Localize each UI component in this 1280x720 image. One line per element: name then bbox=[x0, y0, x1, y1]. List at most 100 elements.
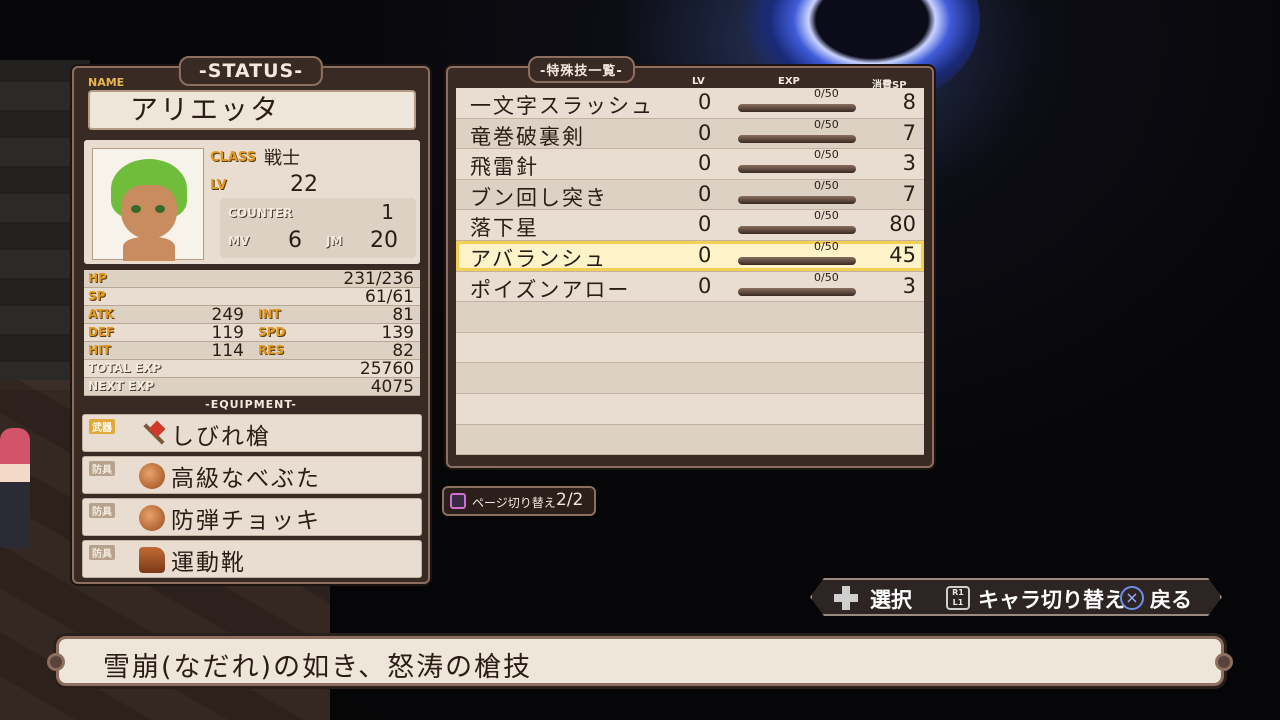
skill-exp: 0/50 bbox=[814, 148, 839, 162]
skill-name: ポイズンアロー bbox=[470, 277, 631, 302]
total-exp-value: 25760 bbox=[359, 359, 414, 379]
class-value: 戦士 bbox=[264, 148, 300, 169]
equipment-name: しびれ槍 bbox=[171, 424, 271, 450]
background-character bbox=[0, 428, 30, 548]
jm-label: JM bbox=[326, 234, 343, 248]
skill-row[interactable]: 飛雷針 0 0/50 3 bbox=[456, 148, 924, 180]
skill-row[interactable]: ブン回し突き 0 0/50 7 bbox=[456, 178, 924, 211]
character-name: アリエッタ bbox=[88, 90, 416, 130]
lv-label: LV bbox=[210, 178, 227, 193]
shoes-icon bbox=[139, 547, 165, 573]
hint-select[interactable]: 選択 bbox=[870, 584, 912, 614]
int-label: INT bbox=[258, 307, 281, 321]
character-info: CLASS 戦士 LV 22 COUNTER 1 MV 6 JM 20 bbox=[84, 140, 420, 264]
empty-skill-slot bbox=[456, 363, 924, 394]
l1-label: L1 bbox=[952, 598, 964, 607]
next-exp-value: 4075 bbox=[370, 377, 414, 397]
counter-value: 1 bbox=[381, 200, 394, 224]
hp-label: HP bbox=[88, 271, 107, 285]
skill-sp: 80 bbox=[889, 212, 916, 237]
skill-exp: 0/50 bbox=[814, 178, 839, 192]
skill-sp: 45 bbox=[889, 242, 916, 267]
equipment-slot-armor-2[interactable]: 防具 防弾チョッキ bbox=[82, 498, 422, 536]
spear-icon bbox=[139, 421, 165, 447]
hit-label: HIT bbox=[88, 343, 111, 357]
page-switch-button[interactable]: ページ切り替え 2/2 bbox=[442, 486, 596, 516]
spd-label: SPD bbox=[258, 325, 286, 339]
skill-exp: 0/50 bbox=[814, 270, 839, 284]
hp-value: 231/236 bbox=[343, 269, 414, 289]
mv-value: 6 bbox=[288, 228, 302, 253]
r1-label: R1 bbox=[952, 588, 964, 597]
counter-label: COUNTER bbox=[228, 206, 293, 220]
lv-value: 22 bbox=[290, 172, 318, 197]
skill-lv: 0 bbox=[698, 151, 712, 176]
skill-lv: 0 bbox=[698, 273, 712, 298]
sp-label: SP bbox=[88, 289, 106, 303]
skill-name: 落下星 bbox=[470, 216, 539, 241]
name-label: NAME bbox=[88, 76, 125, 89]
equipment-name: 運動靴 bbox=[171, 550, 246, 576]
skill-exp: 0/50 bbox=[814, 209, 839, 223]
stat-row-sp: SP 61/61 bbox=[84, 287, 420, 307]
sp-value: 61/61 bbox=[365, 287, 414, 307]
skill-name: 一文字スラッシュ bbox=[470, 94, 654, 118]
skill-lv: 0 bbox=[698, 181, 712, 206]
character-portrait bbox=[92, 148, 204, 261]
empty-skill-slot bbox=[456, 393, 924, 425]
skill-exp: 0/50 bbox=[814, 239, 839, 253]
cross-button-icon: × bbox=[1120, 586, 1144, 610]
empty-skill-slot bbox=[456, 302, 924, 333]
description-bar: 雪崩(なだれ)の如き、怒涛の槍技 bbox=[47, 636, 1233, 686]
skill-exp-bar bbox=[738, 104, 856, 112]
ornament-icon bbox=[1215, 653, 1233, 671]
skill-row-selected[interactable]: アバランシュ 0 0/50 45 bbox=[456, 239, 924, 272]
equipment-name: 防弾チョッキ bbox=[171, 508, 321, 534]
equipment-slot-weapon[interactable]: 武器 しびれ槍 bbox=[82, 414, 422, 452]
ornament-icon bbox=[47, 653, 65, 671]
stat-row-next-exp: NEXT EXP 4075 bbox=[84, 377, 420, 397]
skill-row[interactable]: 竜巻破裏剣 0 0/50 7 bbox=[456, 117, 924, 150]
status-title: -STATUS- bbox=[178, 56, 324, 86]
skill-name: 竜巻破裏剣 bbox=[470, 124, 585, 149]
skill-row[interactable]: 一文字スラッシュ 0 0/50 8 bbox=[456, 87, 924, 119]
equipment-slot-armor-1[interactable]: 防具 高級なべぶた bbox=[82, 456, 422, 494]
skill-panel: -特殊技一覧- LV EXP 消費SP 一文字スラッシュ 0 0/50 8 竜巻… bbox=[446, 56, 934, 468]
page-switch-label: ページ切り替え bbox=[472, 496, 556, 510]
skill-list: 一文字スラッシュ 0 0/50 8 竜巻破裏剣 0 0/50 7 飛雷針 0 0… bbox=[456, 87, 924, 456]
int-value: 81 bbox=[392, 305, 414, 325]
empty-skill-slot bbox=[456, 332, 924, 364]
skill-lv: 0 bbox=[698, 212, 712, 237]
skill-lv: 0 bbox=[698, 90, 712, 114]
stats-table: HP 231/236 SP 61/61 ATK 249 INT 81 DEF 1… bbox=[84, 269, 420, 397]
skill-lv: 0 bbox=[698, 120, 712, 145]
equipment-type: 武器 bbox=[89, 419, 115, 434]
skill-row[interactable]: ポイズンアロー 0 0/50 3 bbox=[456, 270, 924, 303]
hint-switch-character[interactable]: キャラ切り替え bbox=[978, 584, 1125, 614]
equipment-type: 防具 bbox=[89, 545, 115, 560]
col-header-lv: LV bbox=[692, 76, 705, 87]
equipment-type: 防具 bbox=[89, 461, 115, 476]
skill-exp-bar bbox=[738, 287, 856, 296]
movement-stats: COUNTER 1 MV 6 JM 20 bbox=[220, 198, 416, 258]
skill-row[interactable]: 落下星 0 0/50 80 bbox=[456, 209, 924, 241]
skill-exp-bar bbox=[738, 134, 856, 143]
skill-name: ブン回し突き bbox=[470, 185, 608, 210]
stat-row-def-spd: DEF 119 SPD 139 bbox=[84, 323, 420, 343]
stat-row-total-exp: TOTAL EXP 25760 bbox=[84, 359, 420, 379]
class-label: CLASS bbox=[210, 150, 257, 165]
skill-description: 雪崩(なだれ)の如き、怒涛の槍技 bbox=[103, 652, 533, 683]
total-exp-label: TOTAL EXP bbox=[88, 361, 161, 375]
hint-back[interactable]: 戻る bbox=[1150, 584, 1192, 614]
skill-sp: 8 bbox=[902, 90, 916, 114]
skill-name: アバランシュ bbox=[470, 246, 608, 271]
equipment-slot-armor-3[interactable]: 防具 運動靴 bbox=[82, 540, 422, 578]
stat-row-atk-int: ATK 249 INT 81 bbox=[84, 305, 420, 325]
next-exp-label: NEXT EXP bbox=[88, 379, 155, 393]
skill-name: 飛雷針 bbox=[470, 155, 539, 180]
skill-exp: 0/50 bbox=[814, 87, 839, 100]
empty-skill-slot bbox=[456, 424, 924, 456]
skill-exp: 0/50 bbox=[814, 117, 839, 131]
jm-value: 20 bbox=[370, 228, 398, 253]
control-hints: 選択 R1 L1 キャラ切り替え × 戻る bbox=[810, 578, 1222, 616]
